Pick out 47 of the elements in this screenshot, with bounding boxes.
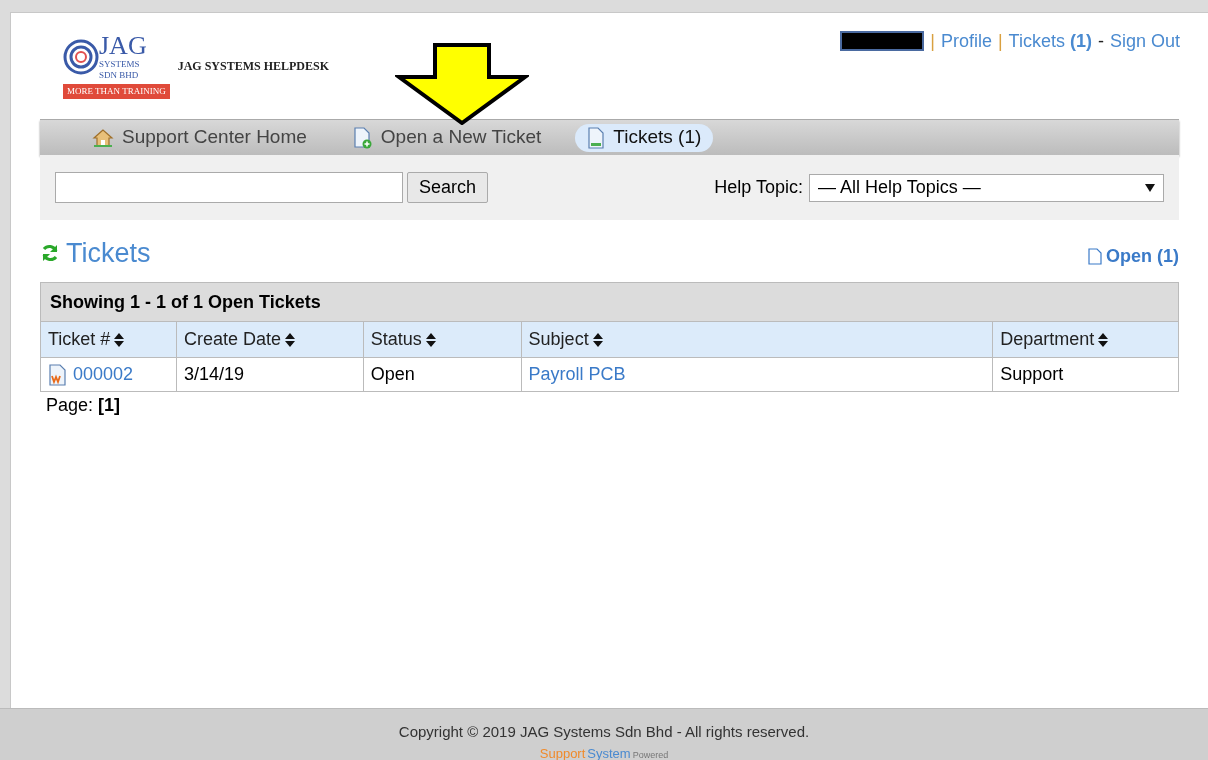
logo-tagline: MORE THAN TRAINING <box>63 83 170 99</box>
separator: | <box>930 29 935 53</box>
user-nav-link[interactable]: Profile <box>940 27 992 55</box>
page-link[interactable]: [1] <box>98 392 121 419</box>
table-caption: Showing 1 - 1 of 1 Open Tickets <box>41 283 1178 321</box>
column-header[interactable]: Status <box>362 322 521 357</box>
tickets-title: Tickets <box>66 236 151 270</box>
nav-tab[interactable]: Support Center Home <box>80 123 319 152</box>
column-header[interactable]: Department <box>992 322 1178 357</box>
document-icon <box>587 126 606 149</box>
table-cell-text: Open <box>370 363 415 386</box>
sort-icon[interactable] <box>1098 332 1109 347</box>
open-filter-link[interactable]: Open (1) <box>1088 242 1179 270</box>
help-topic-label: Help Topic: <box>714 176 803 199</box>
home-icon <box>92 127 114 148</box>
sort-icon[interactable] <box>425 332 436 347</box>
nav-tab[interactable]: Open a New Ticket <box>340 123 554 152</box>
column-header[interactable]: Create Date <box>175 322 363 357</box>
document-plus-icon <box>352 126 373 149</box>
table-cell-text: Support <box>1000 363 1064 386</box>
search-button[interactable]: Search <box>407 172 489 203</box>
table-cell-text: 3/14/19 <box>183 363 244 386</box>
page-label: Page: <box>46 394 94 417</box>
separator: | <box>997 29 1003 53</box>
sort-icon[interactable] <box>592 332 603 347</box>
copyright-text: Copyright © 2019 JAG Systems Sdn Bhd - All rights reserved. <box>398 722 810 742</box>
user-nav-link[interactable]: Tickets (1) <box>1008 27 1092 55</box>
sort-icon[interactable] <box>284 332 295 347</box>
refresh-icon[interactable] <box>40 243 60 263</box>
ticket-file-icon <box>49 363 67 386</box>
column-header[interactable]: Subject <box>520 322 993 357</box>
search-field[interactable] <box>55 172 403 203</box>
ticket-number-link[interactable]: 000002 <box>73 361 134 388</box>
user-nav-link[interactable]: Sign Out <box>1109 27 1180 55</box>
logo-subtitle: SYSTEMS SDN BHD <box>99 59 141 82</box>
site-title: JAG SYSTEMS HELPDESK <box>177 58 330 75</box>
sort-icon[interactable] <box>114 332 125 347</box>
help-topic-dropdown[interactable]: — All Help Topics — <box>809 173 1164 202</box>
powered-by-text: SupportSystem Powered <box>539 746 669 760</box>
logo-rings-icon <box>63 39 99 76</box>
subject-link[interactable]: Payroll PCB <box>528 361 626 388</box>
column-header[interactable]: Ticket # <box>41 322 176 357</box>
nav-tab[interactable]: Tickets (1) <box>575 123 714 152</box>
dropdown-arrow-icon <box>1145 183 1155 192</box>
separator: - <box>1097 29 1104 53</box>
logo-wordmark: JAG <box>99 33 147 59</box>
document-icon <box>1088 247 1102 265</box>
